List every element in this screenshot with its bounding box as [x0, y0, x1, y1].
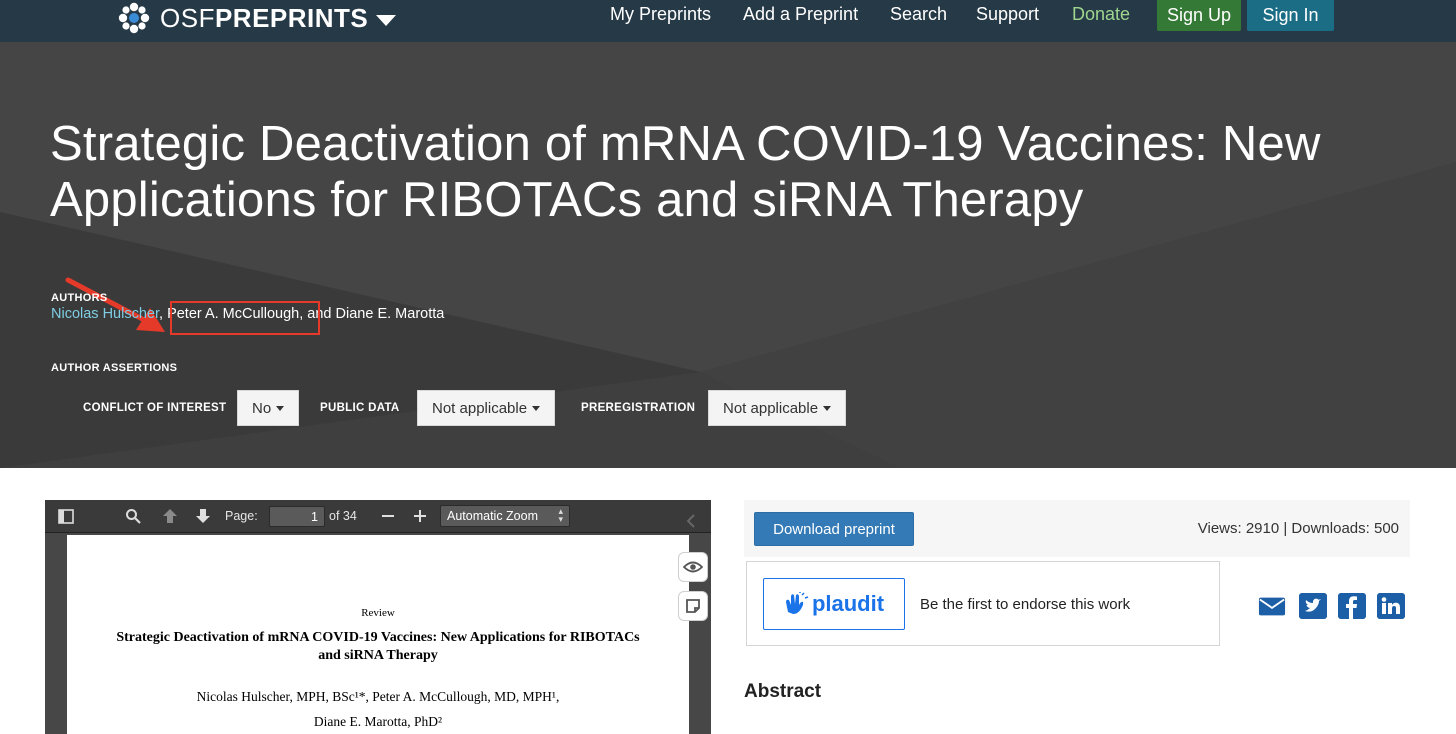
search-icon[interactable] [125, 508, 141, 524]
pdf-authors-line: Diane E. Marotta, PhD² [313, 714, 443, 729]
sign-up-button[interactable]: Sign Up [1157, 0, 1241, 31]
caret-down-icon [823, 405, 832, 411]
brand-osf: OSF [160, 2, 215, 33]
navbar: OSF PREPRINTS My Preprints Add a Preprin… [0, 0, 1456, 42]
zoom-in-icon[interactable] [413, 509, 427, 523]
page-total: of 34 [329, 509, 357, 523]
caret-down-icon [276, 405, 285, 411]
twitter-icon[interactable] [1299, 593, 1327, 619]
plaudit-prompt: Be the first to endorse this work [920, 596, 1131, 613]
download-bar: Download preprint Views: 2910 | Download… [744, 500, 1410, 557]
brand-preprints: PREPRINTS [214, 2, 369, 33]
chevron-left-icon[interactable] [680, 508, 702, 534]
nav-add-preprint[interactable]: Add a Preprint [743, 4, 858, 25]
next-page-icon[interactable] [195, 508, 211, 524]
caret-down-icon[interactable] [376, 14, 397, 26]
author-assertions-label: AUTHOR ASSERTIONS [51, 362, 178, 374]
email-icon[interactable] [1258, 593, 1286, 619]
nav-my-preprints[interactable]: My Preprints [610, 4, 711, 25]
nav-donate[interactable]: Donate [1072, 4, 1130, 25]
osf-logo-icon [118, 2, 150, 34]
dropdown-value: Not applicable [723, 399, 819, 417]
dropdown-value: Not applicable [432, 399, 528, 417]
dropdown-value: No [252, 399, 272, 417]
facebook-icon[interactable] [1338, 593, 1366, 619]
pdf-authors-line: Nicolas Hulscher, MPH, BSc¹*, Peter A. M… [196, 689, 560, 704]
conflict-of-interest-label: CONFLICT OF INTEREST [83, 402, 227, 414]
select-arrows-icon: ▴ ▾ [558, 506, 563, 524]
brand[interactable]: OSF PREPRINTS [116, 0, 397, 36]
sign-in-button[interactable]: Sign In [1247, 0, 1334, 31]
view-download-stats: Views: 2910 | Downloads: 500 [1197, 520, 1399, 537]
clapping-hands-icon [785, 592, 809, 614]
preprint-header: Strategic Deactivation of mRNA COVID-19 … [0, 42, 1456, 468]
pdf-review-label: Review [361, 607, 395, 619]
plaudit-logo-text: plaudit [811, 591, 885, 616]
annotation-highlight-box [170, 301, 320, 335]
download-preprint-button[interactable]: Download preprint [754, 512, 914, 546]
abstract-heading: Abstract [744, 681, 822, 702]
author-separator: , [159, 306, 168, 322]
sidebar-toggle-icon[interactable] [58, 509, 74, 524]
plaudit-endorse-button[interactable]: plaudit [763, 578, 905, 630]
author-name[interactable]: Diane E. Marotta [336, 306, 445, 322]
pdf-page: Review Strategic Deactivation of mRNA CO… [67, 535, 689, 734]
plaudit-widget: plaudit Be the first to endorse this wor… [746, 561, 1220, 646]
preregistration-label: PREREGISTRATION [581, 402, 696, 414]
view-toggle-button[interactable] [678, 552, 708, 582]
page-title: Strategic Deactivation of mRNA COVID-19 … [50, 117, 1321, 227]
previous-page-icon[interactable] [162, 508, 178, 524]
zoom-value: Automatic Zoom [447, 509, 539, 523]
author-link[interactable]: Nicolas Hulscher [51, 306, 159, 322]
public-data-dropdown[interactable]: Not applicable [417, 390, 556, 426]
pdf-toolbar: Page: of 34 Automatic Zoom ▴▾ [45, 500, 711, 533]
authors-label: AUTHORS [51, 292, 108, 304]
linkedin-icon[interactable] [1377, 593, 1405, 619]
annotations-button[interactable] [678, 591, 708, 621]
pdf-viewer: Page: of 34 Automatic Zoom ▴▾ Review Str… [45, 500, 711, 734]
caret-down-icon [532, 405, 541, 411]
page-number-input[interactable] [269, 506, 325, 527]
pdf-title: Strategic Deactivation of mRNA COVID-19 … [116, 630, 640, 663]
nav-search[interactable]: Search [890, 4, 947, 25]
zoom-out-icon[interactable] [381, 509, 395, 523]
nav-support[interactable]: Support [976, 4, 1039, 25]
eye-icon [683, 561, 703, 573]
note-icon [686, 599, 700, 613]
page-label: Page: [225, 509, 258, 523]
zoom-select[interactable]: Automatic Zoom ▴ ▾ [440, 505, 570, 527]
public-data-label: PUBLIC DATA [320, 402, 400, 414]
preregistration-dropdown[interactable]: Not applicable [708, 390, 847, 426]
conflict-of-interest-dropdown[interactable]: No [237, 390, 300, 426]
